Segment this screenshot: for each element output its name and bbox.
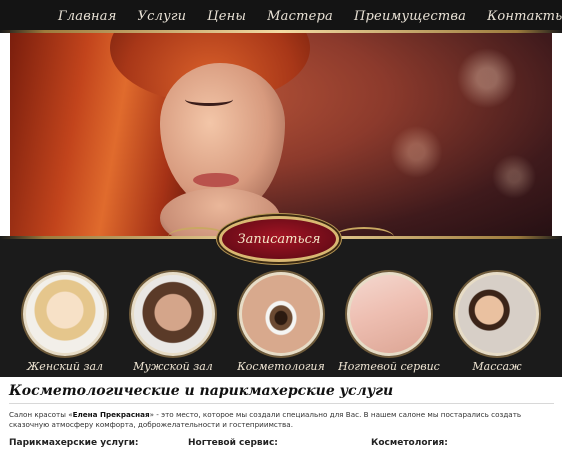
massage-photo <box>455 272 539 356</box>
mens-salon-photo <box>131 272 215 356</box>
womens-salon-photo <box>23 272 107 356</box>
nav-prices[interactable]: Цены <box>207 9 246 24</box>
hero-eye <box>185 93 233 106</box>
hero-banner <box>10 33 552 238</box>
nav-contacts[interactable]: Контакты <box>487 9 562 24</box>
cosmetology-heading: Косметология: <box>371 438 448 448</box>
service-label: Женский зал <box>26 360 104 373</box>
title-underline <box>9 403 554 404</box>
service-massage[interactable]: Массаж <box>445 272 549 373</box>
cosmetology-photo <box>239 272 323 356</box>
nav-masters[interactable]: Мастера <box>267 9 333 24</box>
hairdressing-heading: Парикмахерские услуги: <box>9 438 139 448</box>
intro-prefix: Салон красоты « <box>9 410 73 419</box>
service-womens-salon[interactable]: Женский зал <box>13 272 117 373</box>
hero-lips <box>193 173 239 187</box>
main-navigation: Главная Услуги Цены Мастера Преимущества… <box>0 0 562 32</box>
service-mens-salon[interactable]: Мужской зал <box>121 272 225 373</box>
nav-services[interactable]: Услуги <box>138 9 187 24</box>
service-cosmetology[interactable]: Косметология <box>229 272 333 373</box>
nail-service-heading: Ногтевой сервис: <box>188 438 278 448</box>
ornament-right <box>334 227 394 247</box>
nav-advantages[interactable]: Преимущества <box>354 9 466 24</box>
nav-home[interactable]: Главная <box>58 9 117 24</box>
service-label: Косметология <box>237 360 325 373</box>
page-title: Косметологические и парикмахерские услуг… <box>9 383 394 399</box>
service-label: Ногтевой сервис <box>338 360 440 373</box>
intro-paragraph: Салон красоты «Елена Прекрасная» - это м… <box>9 410 554 430</box>
service-label: Мужской зал <box>133 360 213 373</box>
service-label: Массаж <box>472 360 522 373</box>
salon-name: Елена Прекрасная <box>72 410 150 419</box>
nails-photo <box>347 272 431 356</box>
page: Главная Услуги Цены Мастера Преимущества… <box>0 0 562 450</box>
service-nails[interactable]: Ногтевой сервис <box>337 272 441 373</box>
book-appointment-label: Записаться <box>237 231 321 247</box>
book-appointment-button[interactable]: Записаться <box>219 216 339 262</box>
